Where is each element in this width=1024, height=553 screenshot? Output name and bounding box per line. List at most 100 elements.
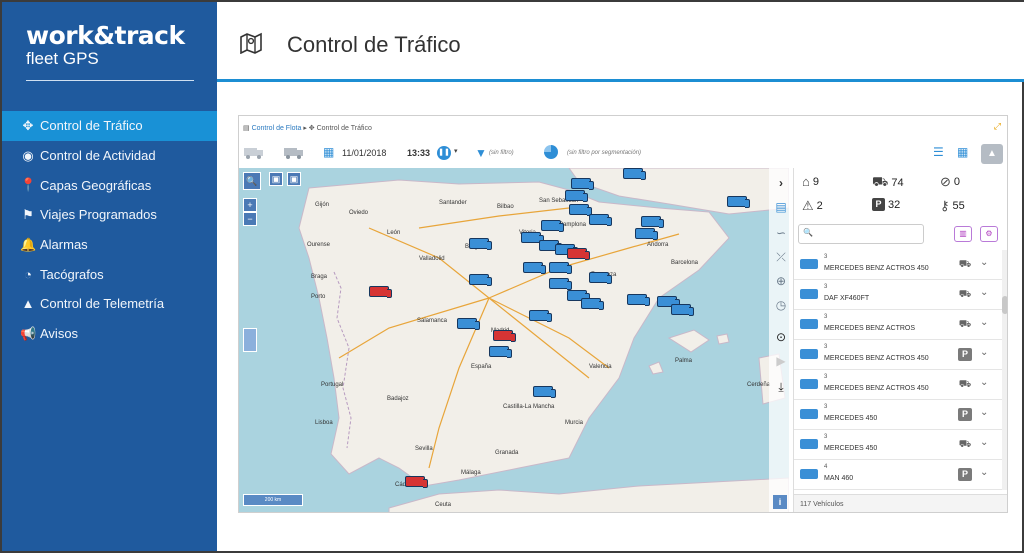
vehicle-marker-alert[interactable]: [567, 248, 590, 260]
expand-icon[interactable]: ⤢: [994, 121, 1001, 132]
vehicle-marker[interactable]: [589, 214, 612, 226]
vehicle-marker[interactable]: [635, 228, 658, 240]
vehicle-row[interactable]: 3 MERCEDES 450 ⛟ ⌄: [794, 430, 1007, 460]
sidebar-item-alarmas[interactable]: 🔔 Alarmas: [2, 230, 217, 260]
measure-icon[interactable]: ⤫: [772, 248, 790, 266]
vehicle-row[interactable]: 3 MERCEDES 450 P ⌄: [794, 400, 1007, 430]
stat-no-signal-value: 0: [953, 176, 961, 188]
grid-view-icon[interactable]: ▦: [957, 145, 973, 159]
chevron-down-icon[interactable]: ⌄: [980, 287, 988, 298]
vehicle-marker[interactable]: [581, 298, 604, 310]
sidebar-item-control-actividad[interactable]: ◉ Control de Actividad: [2, 141, 217, 171]
chevron-down-icon[interactable]: ⌄: [980, 407, 988, 418]
calendar-icon[interactable]: ▦: [323, 145, 334, 159]
map-layer-alt-button[interactable]: ▣: [287, 172, 301, 186]
zoom-out-button[interactable]: −: [243, 212, 257, 226]
breadcrumb-current: Control de Tráfico: [316, 125, 372, 132]
vehicle-marker[interactable]: [623, 168, 646, 180]
vehicle-marker[interactable]: [671, 304, 694, 316]
chevron-down-icon[interactable]: ⌄: [980, 257, 988, 268]
vehicle-row[interactable]: 4 MAN 460 P ⌄: [794, 460, 1007, 490]
play-icon[interactable]: ▶: [772, 352, 790, 370]
chevron-down-icon[interactable]: ⌄: [980, 437, 988, 448]
vehicle-row[interactable]: 3 MERCEDES BENZ ACTROS 450 P ⌄: [794, 340, 1007, 370]
vehicle-marker[interactable]: [627, 294, 650, 306]
list-view-icon[interactable]: ☰: [933, 145, 949, 159]
chevron-down-icon[interactable]: ⌄: [980, 467, 988, 478]
stat-no-signal[interactable]: ⊘ 0: [940, 174, 960, 190]
vehicle-marker[interactable]: [549, 278, 572, 290]
vehicle-marker[interactable]: [523, 262, 546, 274]
vehicle-marker[interactable]: [589, 272, 612, 284]
sidebar-item-control-trafico[interactable]: ✥ Control de Tráfico: [2, 111, 217, 141]
vehicle-marker[interactable]: [489, 346, 512, 358]
vehicle-panel: ⌂ 9 ⛟ 74 ⊘ 0 ⚠ 2 P 32 ⚷ 55 🔍 ▥ ⚙ 3 MERCE…: [793, 168, 1007, 512]
vehicle-row[interactable]: 3 MERCEDES BENZ ACTROS 450 ⛟ ⌄: [794, 250, 1007, 280]
info-icon[interactable]: i: [773, 495, 787, 509]
chevron-down-icon[interactable]: ⌄: [980, 317, 988, 328]
vehicle-marker[interactable]: [565, 190, 588, 202]
zoom-slider-handle[interactable]: [243, 328, 257, 352]
stat-stopped[interactable]: ⛟ 74: [872, 174, 904, 192]
route-icon[interactable]: ∽: [772, 224, 790, 242]
time-field[interactable]: 13:33: [407, 148, 430, 158]
city-label: León: [387, 230, 401, 236]
stat-parked[interactable]: P 32: [872, 198, 900, 211]
vehicle-marker[interactable]: [727, 196, 750, 208]
wrench-icon[interactable]: ⚙: [980, 226, 998, 242]
sidebar-item-viajes-programados[interactable]: ⚑ Viajes Programados: [2, 200, 217, 230]
map-view[interactable]: Gijón Oviedo Santander Bilbao San Sebast…: [239, 168, 789, 512]
vehicle-row[interactable]: 3 DAF XF460FT ⛟ ⌄: [794, 280, 1007, 310]
layers-icon[interactable]: ▤: [772, 198, 790, 216]
chevron-down-icon[interactable]: ⌄: [980, 377, 988, 388]
breadcrumb-root[interactable]: Control de Flota: [252, 125, 302, 132]
sidebar-item-avisos[interactable]: 📢 Avisos: [2, 319, 217, 349]
segmentation-label[interactable]: (sin filtro por segmentación): [567, 150, 641, 156]
sidebar-item-capas-geograficas[interactable]: 📍 Capas Geográficas: [2, 170, 217, 200]
clock-icon[interactable]: ◷: [772, 296, 790, 314]
sidebar-item-control-telemetria[interactable]: ▲ Control de Telemetría: [2, 289, 217, 319]
vehicle-row[interactable]: 3 MERCEDES BENZ ACTROS ⛟ ⌄: [794, 310, 1007, 340]
download-icon[interactable]: ⤓: [772, 378, 790, 396]
zoom-area-icon[interactable]: ⊕: [772, 272, 790, 290]
vehicle-marker[interactable]: [457, 318, 480, 330]
segmentation-pie-icon[interactable]: [544, 145, 558, 159]
city-label: Ceuta: [435, 502, 452, 508]
vehicle-marker[interactable]: [549, 262, 572, 274]
filter-icon[interactable]: ▼: [475, 146, 487, 160]
book-icon[interactable]: ▥: [954, 226, 972, 242]
vehicle-marker[interactable]: [641, 216, 664, 228]
filter-label[interactable]: (sin filtro): [489, 150, 514, 156]
sidebar-item-tacografos[interactable]: ◔ Tacógrafos: [2, 259, 217, 289]
vehicle-marker-alert[interactable]: [405, 476, 428, 488]
vehicle-marker[interactable]: [469, 238, 492, 250]
vehicle-marker[interactable]: [469, 274, 492, 286]
scrollbar-thumb[interactable]: [1002, 296, 1007, 314]
vehicle-search-input[interactable]: 🔍: [798, 224, 924, 244]
chevron-down-icon[interactable]: ⌄: [980, 347, 988, 358]
truck-alt-tab-icon[interactable]: [283, 146, 305, 160]
collapse-panel-button[interactable]: ▲: [981, 144, 1003, 164]
zoom-in-button[interactable]: +: [243, 198, 257, 212]
vehicle-marker[interactable]: [533, 386, 556, 398]
pause-button[interactable]: ❚❚: [437, 146, 451, 160]
vehicle-marker[interactable]: [521, 232, 544, 244]
chevron-right-icon[interactable]: ›: [772, 174, 790, 192]
stat-ignition[interactable]: ⚷ 55: [940, 198, 965, 214]
locate-icon[interactable]: ⊙: [772, 328, 790, 346]
truck-tab-icon[interactable]: [243, 146, 265, 160]
vehicle-marker-alert[interactable]: [369, 286, 392, 298]
vehicle-marker-alert[interactable]: [493, 330, 516, 342]
vehicle-row[interactable]: 3 MERCEDES BENZ ACTROS 450 ⛟ ⌄: [794, 370, 1007, 400]
pause-dropdown-icon[interactable]: ▾: [454, 147, 458, 155]
date-field[interactable]: 11/01/2018: [342, 148, 386, 158]
stat-moving[interactable]: ⌂ 9: [802, 174, 819, 189]
vehicle-marker[interactable]: [571, 178, 594, 190]
stat-alerts[interactable]: ⚠ 2: [802, 198, 823, 214]
vehicle-marker[interactable]: [569, 204, 592, 216]
map-layer-button[interactable]: ▣: [269, 172, 283, 186]
vehicle-list-scrollbar[interactable]: [1002, 250, 1007, 490]
zoom-search-icon[interactable]: 🔍: [243, 172, 261, 190]
vehicle-marker[interactable]: [529, 310, 552, 322]
vehicle-marker[interactable]: [541, 220, 564, 232]
